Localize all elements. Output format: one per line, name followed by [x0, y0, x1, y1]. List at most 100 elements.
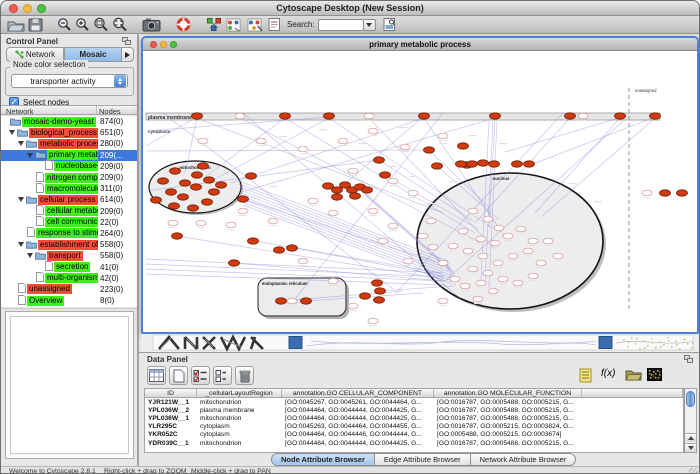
tree-row[interactable]: secretion41(0) — [1, 261, 137, 272]
search-dropdown-button[interactable] — [364, 19, 376, 31]
network-node-unselected[interactable] — [235, 113, 245, 119]
network-node[interactable] — [360, 293, 371, 299]
network-node[interactable] — [274, 247, 285, 253]
network-node[interactable] — [467, 161, 478, 167]
network-node[interactable] — [280, 113, 291, 119]
vizmapper-icon[interactable] — [225, 17, 243, 33]
network-node-unselected[interactable] — [298, 258, 308, 264]
snapshot-icon[interactable] — [142, 17, 162, 33]
network-node[interactable] — [650, 113, 661, 119]
scroll-down-button[interactable] — [685, 443, 696, 452]
float-panel-icon[interactable] — [684, 355, 693, 363]
resize-grip[interactable] — [689, 468, 698, 474]
network-node[interactable] — [432, 163, 443, 169]
network-node-unselected[interactable] — [368, 208, 378, 214]
network-node[interactable] — [202, 199, 213, 205]
scrollbar-thumb[interactable] — [686, 391, 695, 407]
network-node-unselected[interactable] — [450, 276, 460, 282]
network-node-unselected[interactable] — [388, 223, 398, 229]
network-node-unselected[interactable] — [400, 144, 410, 150]
network-node-unselected[interactable] — [348, 168, 358, 174]
tree-row[interactable]: cellular metabol209(0) — [1, 206, 137, 217]
select-attributes-icon[interactable] — [191, 366, 210, 385]
network-node-unselected[interactable] — [438, 133, 448, 139]
network-node[interactable] — [301, 298, 312, 304]
network-node-unselected[interactable] — [226, 222, 236, 228]
network-node[interactable] — [169, 203, 180, 209]
tab-node-attribute-browser[interactable]: Node Attribute Browser — [271, 453, 375, 466]
network-node[interactable] — [238, 196, 249, 202]
network-node-unselected[interactable] — [476, 280, 486, 286]
disclosure-triangle-icon[interactable] — [18, 197, 24, 202]
table-row[interactable]: YDR039C__1mitochondrion[GO:0044464, GO:0… — [145, 439, 683, 447]
disclosure-triangle-icon[interactable] — [18, 141, 24, 146]
network-node-unselected[interactable] — [368, 318, 378, 324]
network-node[interactable] — [456, 161, 467, 167]
tab-edge-attribute-browser[interactable]: Edge Attribute Browser — [375, 453, 471, 466]
table-column-header[interactable]: annotation.GO MOLECULAR_FUNCTION — [434, 389, 582, 397]
network-node[interactable] — [158, 178, 169, 184]
tree-row[interactable]: establishment of lo558(0) — [1, 239, 137, 250]
network-node-unselected[interactable] — [642, 190, 652, 196]
network-node-unselected[interactable] — [348, 303, 358, 309]
network-node[interactable] — [380, 172, 391, 178]
disclosure-triangle-icon[interactable] — [9, 130, 15, 135]
network-node[interactable] — [191, 184, 202, 190]
network-node-unselected[interactable] — [460, 283, 470, 289]
network-node[interactable] — [490, 113, 501, 119]
network-node-unselected[interactable] — [308, 198, 318, 204]
help-icon[interactable] — [176, 17, 192, 33]
network-node-unselected[interactable] — [490, 240, 500, 246]
network-node[interactable] — [188, 205, 199, 211]
network-node[interactable] — [178, 194, 189, 200]
disclosure-triangle-icon[interactable] — [27, 153, 33, 158]
network-node-unselected[interactable] — [473, 296, 483, 302]
network-node[interactable] — [419, 113, 430, 119]
network-node[interactable] — [204, 177, 215, 183]
network-node[interactable] — [192, 172, 203, 178]
network-node[interactable] — [216, 182, 227, 188]
table-row[interactable]: YLR295Ccytoplasm[GO:0045263, GO:0044464,… — [145, 423, 683, 431]
network-node-unselected[interactable] — [328, 210, 338, 216]
tree-row[interactable]: cell communicat22(0) — [1, 217, 137, 228]
window-titlebar[interactable]: Cytoscape Desktop (New Session) — [1, 1, 699, 16]
table-column-header[interactable]: ID — [145, 389, 197, 397]
function-builder-icon[interactable]: f(x) — [601, 368, 615, 379]
zoom-fit-icon[interactable] — [112, 17, 128, 33]
network-node[interactable] — [512, 161, 523, 167]
annotation-icon[interactable] — [267, 17, 282, 33]
tree-row[interactable]: macromolecule311(0) — [1, 183, 137, 194]
node-color-select[interactable]: transporter activity — [11, 74, 128, 88]
network-node[interactable] — [180, 180, 191, 186]
network-manager-icon[interactable] — [206, 17, 222, 33]
network-node-unselected[interactable] — [476, 236, 486, 242]
network-node[interactable] — [198, 163, 209, 169]
network-node[interactable] — [172, 233, 183, 239]
tree-row[interactable]: response to stimulu264(0) — [1, 228, 137, 239]
network-node-unselected[interactable] — [483, 216, 493, 222]
network-node[interactable] — [192, 113, 203, 119]
network-node[interactable] — [229, 260, 240, 266]
network-node[interactable] — [374, 297, 385, 303]
network-node-unselected[interactable] — [543, 238, 553, 244]
network-tree[interactable]: mosaic-demo-yeast874(0)biological_proces… — [1, 116, 137, 307]
table-row[interactable]: YPL036W__1mitochondrion[GO:0044464, GO:0… — [145, 414, 683, 422]
network-node-unselected[interactable] — [238, 208, 248, 214]
network-node[interactable] — [374, 157, 385, 163]
network-node-unselected[interactable] — [458, 228, 468, 234]
network-node-unselected[interactable] — [438, 260, 448, 266]
network-node-unselected[interactable] — [268, 218, 278, 224]
table-column-header[interactable]: annotation.GO CELLULAR_COMPONENT — [282, 389, 434, 397]
search-index-icon[interactable] — [382, 17, 397, 33]
float-panel-icon[interactable] — [122, 37, 131, 45]
table-row[interactable]: YKR052Ccytoplasm[GO:0044464, GO:0044446,… — [145, 431, 683, 439]
network-node-unselected[interactable] — [256, 138, 266, 144]
tab-network-attribute-browser[interactable]: Network Attribute Browser — [471, 453, 577, 466]
network-node-unselected[interactable] — [428, 244, 438, 250]
network-node-unselected[interactable] — [513, 280, 523, 286]
network-node[interactable] — [424, 147, 435, 153]
network-node[interactable] — [276, 298, 287, 304]
birdseye-view-panel[interactable] — [5, 311, 134, 459]
network-node-unselected[interactable] — [494, 225, 504, 231]
save-icon[interactable] — [28, 17, 43, 33]
